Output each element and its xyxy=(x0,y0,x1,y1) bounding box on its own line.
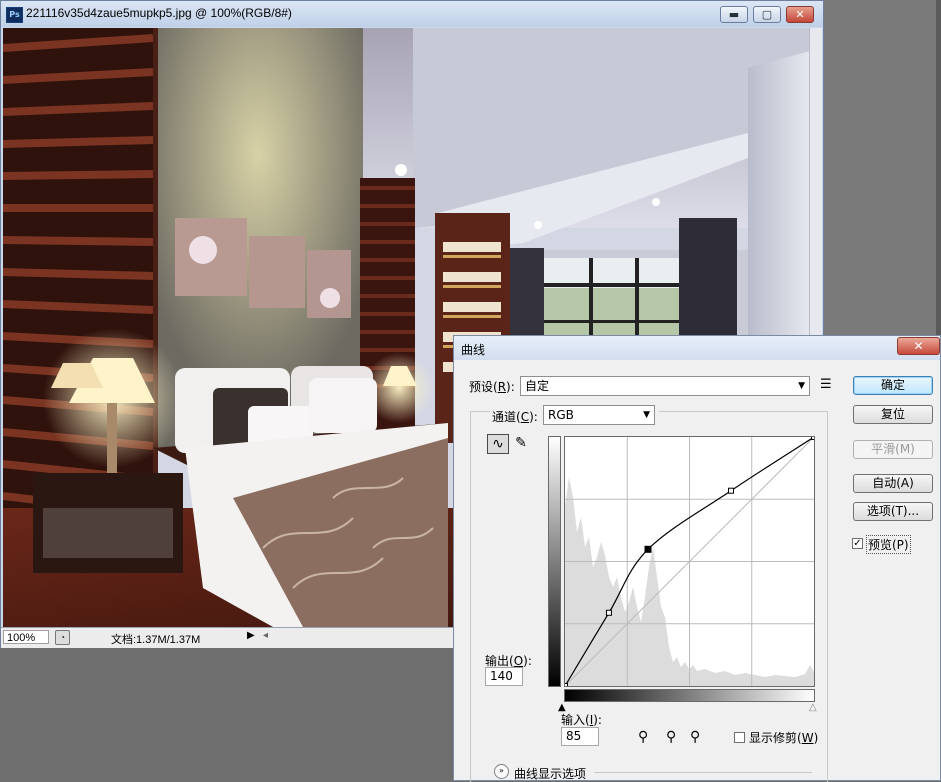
black-eyedropper-icon[interactable]: ⚲ xyxy=(638,729,648,745)
document-info: 文档:1.37M/1.37M xyxy=(111,634,201,646)
close-button[interactable]: ✕ xyxy=(786,6,814,23)
auto-button[interactable]: 自动(A) xyxy=(853,474,933,493)
show-clipping-label: 显示修剪(W) xyxy=(749,731,819,745)
white-point-slider[interactable]: △ xyxy=(809,702,817,713)
preset-label: 预设(R): xyxy=(469,380,515,394)
minimize-button[interactable]: ▬ xyxy=(720,6,748,23)
curves-dialog: 曲线 ✕ 预设(R): 自定 ▼ ☰ 确定 复位 平滑(M) 自动(A) 选项(… xyxy=(453,335,941,782)
curve-display-options-label: 曲线显示选项 xyxy=(514,767,587,781)
close-icon: ✕ xyxy=(795,8,805,21)
options-button[interactable]: 选项(T)... xyxy=(853,502,933,521)
zoom-field[interactable]: 100% xyxy=(3,630,49,644)
ok-button[interactable]: 确定 xyxy=(853,376,933,395)
pencil-icon: ✎ xyxy=(515,435,527,451)
gray-eyedropper-icon[interactable]: ⚲ xyxy=(666,729,676,745)
input-label: 输入(I): xyxy=(561,713,602,727)
minimize-icon: ▬ xyxy=(728,8,740,21)
scroll-left-arrow-icon[interactable]: ◂ xyxy=(263,630,268,641)
curve-graph-svg xyxy=(562,434,817,689)
document-title-bar[interactable]: Ps 221116v35d4zaue5mupkp5.jpg @ 100%(RGB… xyxy=(1,1,823,27)
chevron-down-icon: ▼ xyxy=(643,410,650,420)
curve-point-tool[interactable]: ∿ xyxy=(487,434,509,454)
output-gradient-bar xyxy=(548,436,561,687)
preset-select[interactable]: 自定 ▼ xyxy=(520,376,810,396)
document-title: 221116v35d4zaue5mupkp5.jpg @ 100%(RGB/8#… xyxy=(26,6,292,20)
status-menu-arrow-icon[interactable]: ▶ xyxy=(247,630,255,641)
expand-options-icon[interactable]: » xyxy=(494,764,509,779)
curve-graph[interactable] xyxy=(562,434,817,689)
input-gradient-bar xyxy=(564,689,815,702)
group-border-right xyxy=(827,411,828,782)
channel-select[interactable]: RGB ▼ xyxy=(543,405,655,425)
group-border-top-left xyxy=(470,411,490,412)
reset-button[interactable]: 复位 xyxy=(853,405,933,424)
white-eyedropper-icon[interactable]: ⚲ xyxy=(690,729,700,745)
curve-point-selected[interactable] xyxy=(644,545,652,553)
channel-value: RGB xyxy=(548,408,574,422)
close-icon: ✕ xyxy=(913,339,924,353)
options-divider xyxy=(594,772,812,773)
curves-dialog-title: 曲线 xyxy=(461,343,486,357)
curve-point[interactable] xyxy=(811,434,817,440)
curves-dialog-title-bar[interactable]: 曲线 ✕ xyxy=(454,336,940,360)
preview-label: 预览(P) xyxy=(866,535,911,554)
channel-label: 通道(C): xyxy=(492,410,538,424)
preset-options-icon[interactable]: ☰ xyxy=(820,377,832,392)
input-field[interactable]: 85 xyxy=(561,727,599,746)
photoshop-icon: Ps xyxy=(6,7,23,23)
curve-tool-icon: ∿ xyxy=(492,436,504,452)
curve-point[interactable] xyxy=(562,683,568,689)
smooth-button: 平滑(M) xyxy=(853,440,933,459)
curve-point[interactable] xyxy=(728,487,734,494)
preset-value: 自定 xyxy=(525,379,550,393)
dialog-close-button[interactable]: ✕ xyxy=(897,337,940,355)
pencil-tool[interactable]: ✎ xyxy=(510,434,532,454)
navigator-icon[interactable]: ◔ xyxy=(55,630,70,645)
restore-icon: ▢ xyxy=(761,8,773,21)
chevron-down-icon: ▼ xyxy=(798,381,805,391)
group-border-left xyxy=(470,411,471,782)
show-clipping-checkbox[interactable] xyxy=(734,732,745,743)
output-field[interactable]: 140 xyxy=(485,667,523,686)
curve-point[interactable] xyxy=(605,609,612,616)
restore-button[interactable]: ▢ xyxy=(753,6,781,23)
preview-checkbox[interactable]: ✓ xyxy=(852,538,863,549)
group-border-top-right xyxy=(659,411,827,412)
